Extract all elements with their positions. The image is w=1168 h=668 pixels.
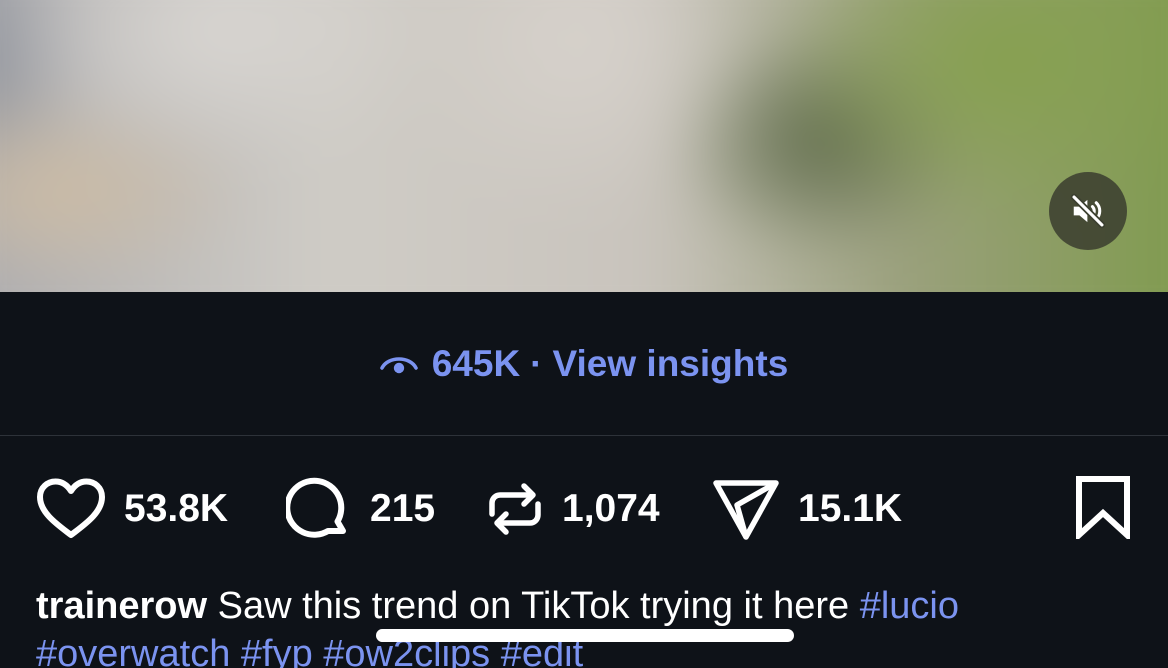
view-count: 645K bbox=[431, 342, 521, 384]
heart-icon bbox=[37, 478, 105, 538]
bookmark-icon bbox=[1076, 475, 1130, 542]
insights-bar[interactable]: 645K · View insights bbox=[0, 292, 1168, 435]
hashtag-link[interactable]: #overwatch bbox=[36, 633, 230, 668]
speaker-muted-icon bbox=[1070, 193, 1106, 229]
caption-text: Saw this trend on TikTok trying it here bbox=[217, 585, 850, 627]
like-count: 53.8K bbox=[124, 487, 229, 530]
comment-count: 215 bbox=[370, 487, 436, 530]
section-divider bbox=[0, 435, 1168, 436]
like-button[interactable]: 53.8K bbox=[36, 478, 286, 540]
home-indicator[interactable] bbox=[376, 629, 794, 642]
comment-bubble-icon bbox=[286, 477, 346, 538]
hashtag-link[interactable]: #fyp bbox=[241, 633, 313, 668]
send-icon bbox=[713, 480, 779, 540]
post-view: 645K · View insights 53.8K 215 1,074 15.… bbox=[0, 0, 1168, 668]
caption-username[interactable]: trainerow bbox=[36, 585, 207, 627]
post-caption: trainerow Saw this trend on TikTok tryin… bbox=[36, 582, 1146, 668]
video-frame bbox=[0, 0, 1168, 292]
view-insights-link[interactable]: View insights bbox=[553, 343, 789, 385]
separator-dot: · bbox=[530, 342, 543, 384]
action-bar: 53.8K 215 1,074 15.1K bbox=[36, 475, 1132, 543]
video-player[interactable] bbox=[0, 0, 1168, 292]
repost-icon bbox=[489, 483, 541, 535]
repost-button[interactable]: 1,074 bbox=[486, 476, 712, 542]
share-count: 15.1K bbox=[798, 487, 903, 530]
repost-count: 1,074 bbox=[562, 487, 660, 530]
mute-toggle-button[interactable] bbox=[1049, 172, 1127, 250]
bookmark-button[interactable] bbox=[1074, 475, 1132, 544]
share-button[interactable]: 15.1K bbox=[712, 477, 912, 541]
hashtag-link[interactable]: #lucio bbox=[860, 585, 959, 627]
comment-button[interactable]: 215 bbox=[286, 476, 486, 542]
eye-icon bbox=[379, 350, 418, 378]
